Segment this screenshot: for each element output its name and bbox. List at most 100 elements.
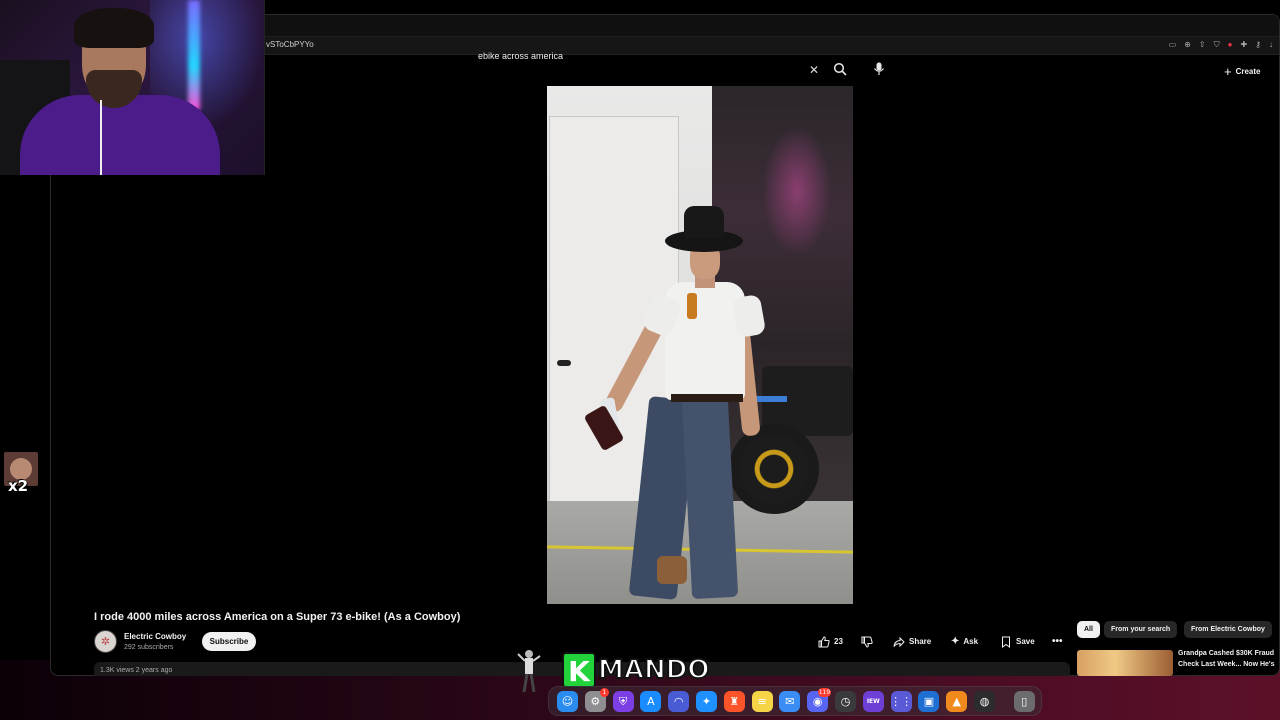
save-button[interactable]: Save — [1000, 633, 1035, 650]
close-icon[interactable]: ✕ — [809, 63, 819, 77]
thumbs-up-icon — [818, 635, 830, 647]
webcam-overlay — [0, 0, 265, 175]
activity-monitor-glyph: ◷ — [840, 695, 851, 708]
streamer-logo-k: K — [562, 652, 596, 688]
puzzle-icon[interactable]: ✚ — [1240, 40, 1247, 50]
vlc-glyph: ▲ — [952, 695, 961, 708]
launchpad-icon[interactable]: ⋮⋮ — [890, 691, 913, 712]
obs-icon[interactable]: ◍ — [974, 691, 995, 712]
obs-glyph: ◍ — [979, 695, 990, 708]
launchpad-glyph: ⋮⋮ — [890, 695, 913, 708]
finder-glyph: ☺ — [561, 695, 574, 708]
chip-from-your-search[interactable]: From your search — [1104, 621, 1178, 638]
video-meta: 1.3K views 2 years ago — [100, 667, 173, 674]
more-icon: ••• — [1052, 636, 1063, 647]
download-icon[interactable]: ↓ — [1269, 40, 1273, 50]
webcam-person-hair — [74, 8, 154, 48]
trash-icon[interactable]: ▯ — [1013, 691, 1035, 712]
share-button[interactable]: Share — [893, 633, 931, 650]
microphone-icon — [874, 62, 884, 75]
search-query[interactable]: ebike across america — [478, 51, 563, 61]
cast-icon[interactable]: ▭ — [1169, 40, 1177, 50]
webcam-earphone-cable — [100, 100, 102, 175]
zoom-icon[interactable]: ⊕ — [1184, 40, 1191, 50]
capture-app-icon[interactable]: ▣ — [918, 691, 940, 712]
mail-icon[interactable]: ✉ — [779, 691, 801, 712]
video-person-shirt — [665, 282, 745, 400]
iew-app-glyph: IEW — [866, 698, 880, 705]
url-text[interactable]: vSToCbPYYo — [266, 40, 314, 49]
webcam-neon-light — [188, 0, 200, 110]
bookmark-icon — [1002, 636, 1010, 648]
ask-label: Ask — [963, 637, 979, 646]
extension-icon[interactable]: ● — [1228, 40, 1233, 50]
like-button[interactable]: 23 — [818, 633, 843, 650]
share-arrow-icon — [893, 636, 905, 647]
dislike-button[interactable] — [861, 633, 873, 650]
create-button[interactable]: + Create — [1224, 63, 1261, 79]
capture-app-glyph: ▣ — [923, 695, 935, 708]
recommendation-title[interactable]: Grandpa Cashed $30K Fraud — [1178, 650, 1274, 657]
channel-logo-icon: ✲ — [100, 636, 111, 648]
video-person-sunglasses — [687, 293, 697, 319]
notification-badge: 1 — [599, 688, 609, 697]
activity-monitor-icon[interactable]: ◷ — [835, 691, 856, 712]
settings-icon[interactable]: ⚙ 1 — [584, 688, 609, 712]
create-label: Create — [1235, 66, 1261, 76]
video-scene-wheel — [729, 424, 819, 514]
share-icon[interactable]: ⇧ — [1199, 40, 1206, 50]
subscribe-button[interactable]: Subscribe — [202, 632, 256, 651]
arc-browser-glyph: ◠ — [673, 695, 684, 708]
sparkle-icon: ✦ — [951, 636, 960, 647]
search-input[interactable]: ebike across america — [471, 45, 751, 67]
notes-icon[interactable]: ≡ — [751, 691, 773, 712]
chip-all[interactable]: All — [1077, 621, 1100, 638]
browser-toolbar-icons: ▭ ⊕ ⇧ ⛉ ● ✚ ⚷ ↓ — [1169, 40, 1273, 50]
video-scene-door-handle — [557, 360, 571, 366]
share-label: Share — [909, 637, 932, 646]
like-count: 23 — [834, 637, 843, 646]
video-title: I rode 4000 miles across America on a Su… — [94, 611, 461, 623]
search-button[interactable] — [833, 62, 851, 78]
shield-icon[interactable]: ⛉ — [1214, 40, 1220, 50]
recommendation-title-line2[interactable]: Check Last Week... Now He's — [1178, 661, 1274, 668]
recommendation-thumbnail[interactable] — [1077, 650, 1173, 676]
video-person-hat — [684, 206, 724, 238]
channel-avatar[interactable]: ✲ — [94, 630, 117, 653]
finder-icon[interactable]: ☺ — [557, 691, 578, 712]
dancing-figure-sticker — [517, 650, 541, 693]
brave-icon[interactable]: ♜ — [723, 691, 745, 712]
search-icon — [833, 62, 847, 76]
notes-glyph: ≡ — [757, 695, 767, 708]
video-player[interactable] — [547, 86, 853, 604]
brave-glyph: ♜ — [729, 695, 740, 708]
settings-glyph: ⚙ — [590, 695, 601, 708]
app-store-icon[interactable]: A — [640, 691, 662, 712]
chip-from-channel[interactable]: From Electric Cowboy — [1184, 621, 1272, 638]
screen: vSToCbPYYo ▭ ⊕ ⇧ ⛉ ● ✚ ⚷ ↓ ebike across … — [0, 0, 1280, 720]
streamer-logo: K MANDO — [562, 652, 710, 688]
voice-search-button[interactable] — [873, 62, 889, 80]
video-person-boot — [657, 556, 687, 584]
video-person-belt — [671, 394, 743, 402]
vlc-icon[interactable]: ▲ — [946, 691, 968, 712]
iew-app-icon[interactable]: IEW — [862, 691, 884, 712]
safari-icon[interactable]: ✦ — [696, 691, 717, 712]
channel-name[interactable]: Electric Cowboy — [124, 632, 186, 641]
arc-browser-icon[interactable]: ◠ — [668, 691, 690, 712]
vpn-shield-icon[interactable]: ⛨ — [612, 691, 634, 712]
ask-button[interactable]: ✦ Ask — [951, 633, 978, 650]
key-icon[interactable]: ⚷ — [1255, 40, 1261, 50]
discord-icon[interactable]: ◉ 119 — [807, 688, 832, 712]
plus-icon: + — [1224, 63, 1232, 79]
subscriber-count: 292 subscribers — [124, 644, 174, 651]
thumbs-down-icon — [861, 636, 873, 648]
notification-badge: 119 — [817, 688, 832, 697]
reaction-multiplier: x2 — [8, 477, 29, 495]
app-store-glyph: A — [647, 695, 655, 708]
mail-glyph: ✉ — [785, 695, 795, 708]
video-scene-light — [762, 126, 832, 256]
safari-glyph: ✦ — [701, 695, 712, 708]
more-actions-button[interactable]: ••• — [1052, 633, 1063, 650]
streamer-logo-text: MANDO — [597, 654, 710, 686]
